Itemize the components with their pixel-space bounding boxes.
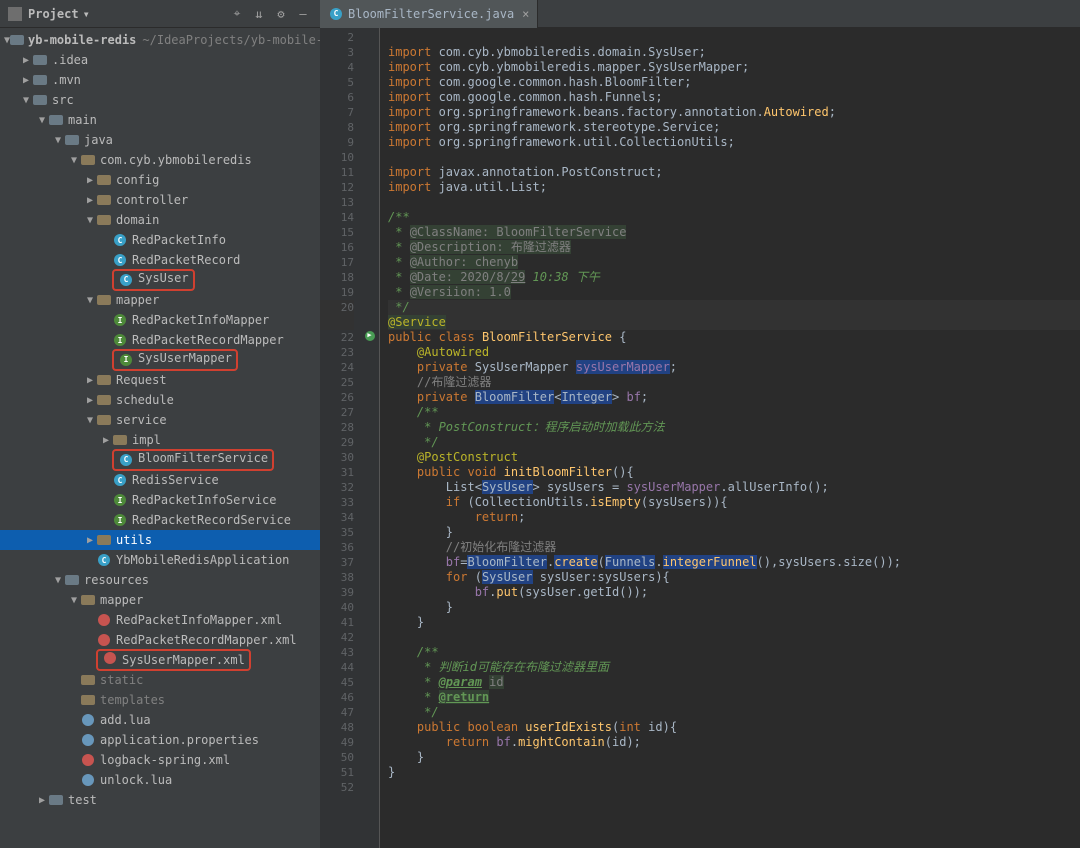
editor: C BloomFilterService.java × 234567891011… [320, 0, 1080, 848]
tree-item[interactable]: logback-spring.xml [0, 750, 320, 770]
tree-item[interactable]: IRedPacketRecordService [0, 510, 320, 530]
tree-item[interactable]: IRedPacketInfoMapper [0, 310, 320, 330]
tree-item[interactable]: ▶config [0, 170, 320, 190]
project-sidebar: Project ▾ ⌖ ⇊ ⚙ — ▼yb-mobile-redis~/Idea… [0, 0, 320, 848]
editor-tabs: C BloomFilterService.java × [320, 0, 1080, 28]
tree-item[interactable]: IRedPacketRecordMapper [0, 330, 320, 350]
tree-item[interactable]: ▶Request [0, 370, 320, 390]
java-class-icon: C [330, 8, 342, 20]
gear-icon[interactable]: ⚙ [272, 5, 290, 23]
tree-item[interactable]: ▼src [0, 90, 320, 110]
code-content[interactable]: import com.cyb.ybmobileredis.domain.SysU… [380, 28, 1080, 848]
tree-item[interactable]: SysUserMapper.xml [0, 650, 320, 670]
gutter-marks[interactable]: ▶ [360, 28, 380, 848]
close-icon[interactable]: × [522, 7, 529, 21]
tree-item[interactable]: ▶.idea [0, 50, 320, 70]
tree-item[interactable]: ▼main [0, 110, 320, 130]
sidebar-title: Project [28, 7, 79, 21]
collapse-icon[interactable]: ⇊ [250, 5, 268, 23]
tree-item[interactable]: unlock.lua [0, 770, 320, 790]
tree-item[interactable]: ▼service [0, 410, 320, 430]
tree-item[interactable]: CSysUser [0, 270, 320, 290]
project-tree[interactable]: ▼yb-mobile-redis~/IdeaProjects/yb-mobile… [0, 28, 320, 848]
hide-icon[interactable]: — [294, 5, 312, 23]
project-icon [8, 7, 22, 21]
locate-icon[interactable]: ⌖ [228, 5, 246, 23]
sidebar-header: Project ▾ ⌖ ⇊ ⚙ — [0, 0, 320, 28]
tree-item[interactable]: IRedPacketInfoService [0, 490, 320, 510]
tree-item[interactable]: CRedPacketInfo [0, 230, 320, 250]
tree-item[interactable]: ▶impl [0, 430, 320, 450]
tree-item[interactable]: CBloomFilterService [0, 450, 320, 470]
tree-item[interactable]: ▼mapper [0, 290, 320, 310]
tree-item[interactable]: CRedPacketRecord [0, 250, 320, 270]
tab-label: BloomFilterService.java [348, 7, 514, 21]
tree-item[interactable]: ISysUserMapper [0, 350, 320, 370]
tree-item[interactable]: CYbMobileRedisApplication [0, 550, 320, 570]
tree-item[interactable]: templates [0, 690, 320, 710]
tree-item[interactable]: ▶utils [0, 530, 320, 550]
tree-item[interactable]: ▶test [0, 790, 320, 810]
tree-item[interactable]: ▼domain [0, 210, 320, 230]
line-gutter[interactable]: 234567891011121314151617181920 222324252… [320, 28, 360, 848]
tree-item[interactable]: application.properties [0, 730, 320, 750]
tree-item[interactable]: RedPacketRecordMapper.xml [0, 630, 320, 650]
tree-item[interactable]: ▼resources [0, 570, 320, 590]
tree-item[interactable]: ▶.mvn [0, 70, 320, 90]
tree-item[interactable]: ▼com.cyb.ybmobileredis [0, 150, 320, 170]
tree-root[interactable]: ▼yb-mobile-redis~/IdeaProjects/yb-mobile… [0, 30, 320, 50]
tree-item[interactable]: ▼mapper [0, 590, 320, 610]
tree-item[interactable]: CRedisService [0, 470, 320, 490]
tree-item[interactable]: static [0, 670, 320, 690]
tree-item[interactable]: ▶controller [0, 190, 320, 210]
file-tab[interactable]: C BloomFilterService.java × [320, 0, 538, 28]
tree-item[interactable]: ▶schedule [0, 390, 320, 410]
tree-item[interactable]: RedPacketInfoMapper.xml [0, 610, 320, 630]
tree-item[interactable]: ▼java [0, 130, 320, 150]
dropdown-icon[interactable]: ▾ [83, 7, 90, 21]
code-area[interactable]: 234567891011121314151617181920 222324252… [320, 28, 1080, 848]
tree-item[interactable]: add.lua [0, 710, 320, 730]
